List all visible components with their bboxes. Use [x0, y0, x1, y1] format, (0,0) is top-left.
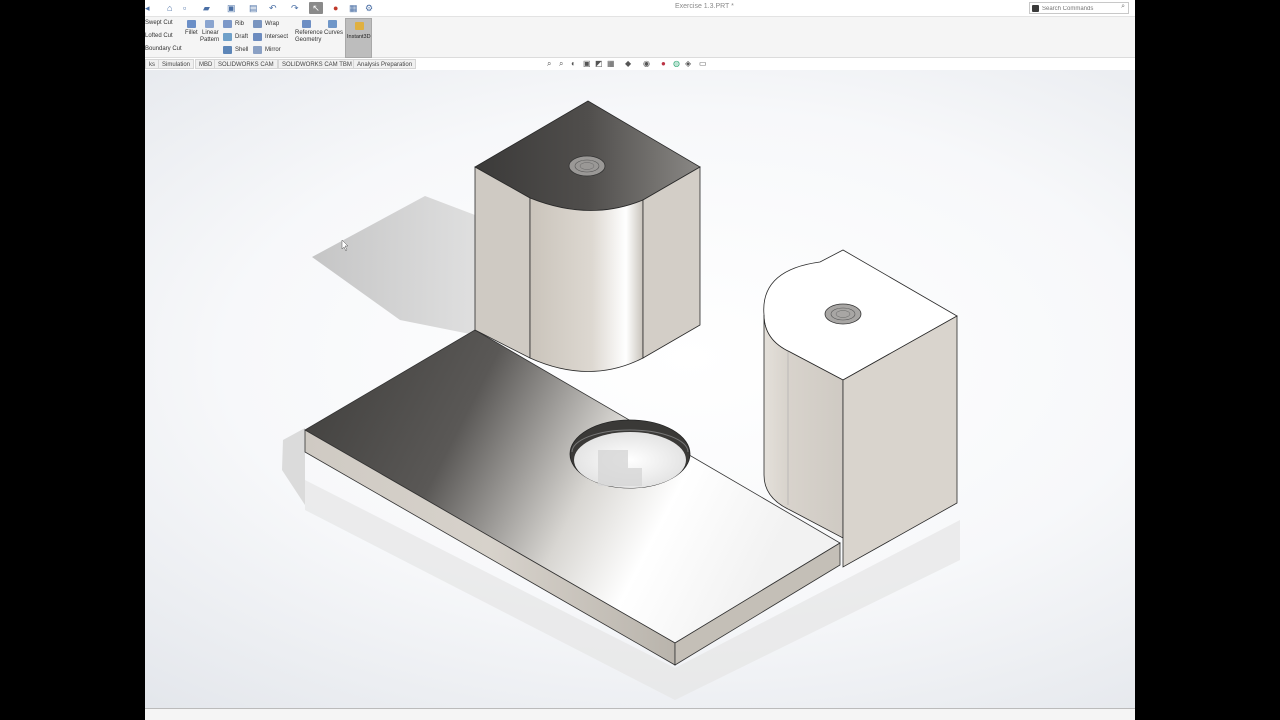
tab-solidworks-cam-tbm[interactable]: SOLIDWORKS CAM TBM — [278, 59, 356, 69]
linear-pattern-label-line2[interactable]: Pattern — [200, 37, 219, 43]
search-input[interactable] — [1042, 4, 1114, 13]
menu-arrow-icon[interactable]: ◂ — [145, 2, 150, 14]
left-block-curved-face[interactable] — [529, 197, 644, 372]
tab-simulation[interactable]: Simulation — [158, 59, 195, 69]
lofted-cut-button[interactable]: Lofted Cut — [145, 33, 173, 39]
3d-model-view[interactable] — [145, 70, 1135, 710]
boundary-cut-button[interactable]: Boundary Cut — [145, 46, 182, 52]
left-block-tapped-hole[interactable] — [568, 155, 606, 177]
reference-geometry-label-line2[interactable]: Geometry — [295, 37, 321, 43]
display-style-icon[interactable]: ◆ — [625, 59, 631, 69]
wrap-button[interactable]: Wrap — [265, 21, 279, 27]
right-block-tapped-hole[interactable] — [824, 303, 862, 325]
features-ribbon: Swept Cut Lofted Cut Boundary Cut Fillet… — [145, 17, 1135, 58]
status-bar — [145, 708, 1135, 720]
draft-icon[interactable] — [223, 33, 232, 41]
plate-shadow-left — [282, 428, 305, 505]
save-icon[interactable]: ▣ — [227, 2, 236, 14]
curves-icon[interactable] — [328, 20, 337, 28]
home-icon[interactable]: ⌂ — [167, 2, 172, 14]
zoom-to-area-icon[interactable]: ⌕ — [559, 59, 563, 69]
tab-analysis-preparation[interactable]: Analysis Preparation — [353, 59, 417, 69]
left-block-right-face[interactable] — [642, 166, 701, 359]
edit-appearance-icon[interactable]: ● — [661, 59, 666, 69]
command-search-badge-icon — [1032, 5, 1039, 12]
rib-button[interactable]: Rib — [235, 21, 244, 27]
draft-button[interactable]: Draft — [235, 34, 248, 40]
heads-up-view-toolbar: ⌕ ⌕ ◐ ▣ ◩ ▦ ◆ ◉ ● ◍ ◈ ▭ — [547, 59, 717, 70]
zoom-to-fit-icon[interactable]: ⌕ — [547, 59, 551, 69]
swept-cut-button[interactable]: Swept Cut — [145, 20, 173, 26]
view-orientation-icon[interactable]: ▦ — [607, 59, 615, 69]
instant3d-label: Instant3D — [347, 34, 371, 40]
intersect-button[interactable]: Intersect — [265, 34, 288, 40]
graphics-viewport[interactable] — [145, 70, 1135, 710]
block-shadow — [312, 196, 475, 335]
document-title: Exercise 1.3.PRT * — [675, 3, 734, 10]
section-view-icon[interactable]: ▣ — [583, 59, 591, 69]
mirror-button[interactable]: Mirror — [265, 47, 281, 53]
file-properties-icon[interactable]: ▦ — [349, 2, 358, 14]
instant3d-icon — [355, 22, 364, 30]
print-icon[interactable]: ▤ — [249, 2, 258, 14]
dynamic-annotation-icon[interactable]: ◩ — [595, 59, 603, 69]
open-folder-icon[interactable]: ▰ — [203, 2, 210, 14]
tab-sketch[interactable]: ks — [145, 59, 159, 69]
undo-icon[interactable]: ↶ — [269, 2, 277, 14]
linear-pattern-icon[interactable] — [205, 20, 214, 28]
shell-icon[interactable] — [223, 46, 232, 54]
left-block-side-face[interactable] — [474, 166, 531, 359]
solidworks-window: ◂ ⌂ ▫ ▰ ▣ ▤ ↶ ↷ ↖ ● ▦ ⚙ Exercise 1.3.PRT… — [145, 0, 1135, 720]
new-document-icon[interactable]: ▫ — [183, 2, 186, 14]
fillet-icon[interactable] — [187, 20, 196, 28]
curves-button[interactable]: Curves — [324, 30, 343, 36]
gear-icon[interactable]: ⚙ — [365, 2, 373, 14]
rebuild-traffic-light-icon[interactable]: ● — [333, 2, 338, 14]
select-arrow-icon[interactable]: ↖ — [309, 2, 323, 14]
apply-scene-icon[interactable]: ◍ — [673, 59, 680, 69]
title-bar: ◂ ⌂ ▫ ▰ ▣ ▤ ↶ ↷ ↖ ● ▦ ⚙ Exercise 1.3.PRT… — [145, 0, 1135, 17]
search-icon[interactable]: ⌕ — [1121, 3, 1125, 11]
redo-icon[interactable]: ↷ — [291, 2, 299, 14]
wrap-icon[interactable] — [253, 20, 262, 28]
reference-geometry-icon[interactable] — [302, 20, 311, 28]
previous-view-icon[interactable]: ◐ — [571, 59, 576, 69]
search-box[interactable]: ⌕ — [1029, 2, 1129, 14]
fillet-button[interactable]: Fillet — [185, 30, 198, 36]
intersect-icon[interactable] — [253, 33, 262, 41]
view-settings-icon[interactable]: ◈ — [685, 59, 691, 69]
reference-geometry-label-line1[interactable]: Reference — [295, 30, 323, 36]
display-monitor-icon[interactable]: ▭ — [699, 59, 707, 69]
mirror-icon[interactable] — [253, 46, 262, 54]
shell-button[interactable]: Shell — [235, 47, 248, 53]
rib-icon[interactable] — [223, 20, 232, 28]
tab-solidworks-cam[interactable]: SOLIDWORKS CAM — [214, 59, 278, 69]
instant3d-button[interactable]: Instant3D — [345, 18, 372, 58]
linear-pattern-label-line1[interactable]: Linear — [202, 30, 219, 36]
hide-show-items-icon[interactable]: ◉ — [643, 59, 650, 69]
